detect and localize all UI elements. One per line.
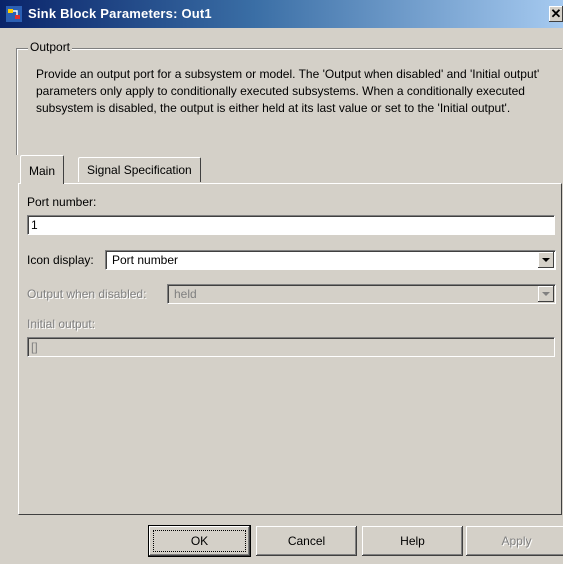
initial-output-value: [] [31, 340, 38, 354]
simulink-block-icon [6, 6, 22, 22]
title-bar[interactable]: Sink Block Parameters: Out1 ✕ [0, 0, 563, 28]
icon-display-label: Icon display: [27, 253, 94, 267]
cancel-button-label: Cancel [287, 534, 326, 548]
ok-button[interactable]: OK [149, 526, 250, 556]
focus-rect [153, 530, 246, 552]
cancel-button[interactable]: Cancel [256, 526, 357, 556]
icon-display-select[interactable]: Port number [105, 250, 556, 270]
initial-output-label: Initial output: [27, 317, 96, 331]
initial-output-input[interactable]: [] [27, 337, 555, 357]
tab-signal-specification[interactable]: Signal Specification [78, 157, 201, 182]
chevron-down-icon[interactable] [538, 252, 554, 268]
window-title: Sink Block Parameters: Out1 [28, 6, 212, 21]
close-icon: ✕ [550, 6, 562, 21]
port-number-input[interactable]: 1 [27, 215, 555, 235]
icon-display-value: Port number [112, 253, 179, 267]
close-button[interactable]: ✕ [549, 6, 563, 22]
port-number-label: Port number: [27, 195, 97, 209]
tab-main-label: Main [29, 164, 56, 178]
output-when-disabled-select[interactable]: held [167, 284, 556, 304]
block-description: Provide an output port for a subsystem o… [36, 67, 540, 115]
tab-main[interactable]: Main [20, 155, 65, 184]
chevron-down-icon[interactable] [538, 286, 554, 302]
help-button[interactable]: Help [362, 526, 463, 556]
output-when-disabled-value: held [174, 287, 197, 301]
apply-button-label: Apply [501, 534, 532, 548]
apply-button[interactable]: Apply [466, 526, 563, 556]
port-number-value: 1 [31, 218, 38, 232]
help-button-label: Help [400, 534, 425, 548]
output-when-disabled-label: Output when disabled: [27, 287, 147, 301]
tab-signal-specification-label: Signal Specification [87, 163, 192, 177]
groupbox-legend: Outport [28, 40, 73, 54]
